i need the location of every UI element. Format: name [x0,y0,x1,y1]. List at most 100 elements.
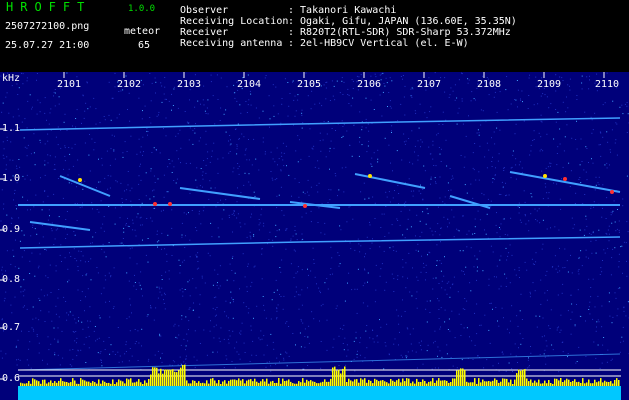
noise-dot [124,353,126,355]
amplitude-bar [372,383,374,386]
amplitude-bar [70,382,72,386]
amplitude-bar [86,381,88,386]
noise-dot [385,281,387,283]
noise-dot [3,208,4,210]
noise-dot [293,249,295,251]
noise-dot [308,194,310,196]
noise-dot [511,166,513,168]
noise-dot [49,155,51,157]
noise-dot [163,93,165,95]
noise-dot [186,121,188,123]
noise-dot [600,155,602,157]
noise-dot [446,282,448,284]
noise-dot [511,368,513,370]
noise-dot [229,144,231,146]
noise-dot [615,297,617,299]
noise-dot [76,186,77,188]
amplitude-bar [278,378,280,386]
noise-dot [8,112,10,114]
noise-dot [538,208,540,210]
noise-dot [230,143,232,145]
noise-dot [272,341,274,343]
noise-dot [612,212,613,214]
noise-dot [1,357,3,359]
noise-dot [341,137,343,138]
noise-dot [399,331,400,333]
noise-dot [402,259,404,261]
noise-dot [425,223,427,225]
noise-dot [44,97,46,99]
noise-dot [557,111,559,113]
noise-dot [559,198,561,200]
noise-dot [328,189,330,191]
noise-dot [100,200,102,202]
noise-dot [171,255,173,256]
noise-dot [231,213,233,215]
noise-dot [408,138,410,139]
amplitude-bar [96,383,98,386]
amplitude-bar [536,382,538,386]
noise-dot [470,247,472,249]
noise-dot [196,186,198,188]
datetime: 25.07.27 21:00 [5,40,90,51]
amplitude-bar [418,381,420,386]
noise-dot [54,168,56,170]
noise-dot [147,360,149,362]
noise-dot [147,238,149,239]
noise-dot [614,292,616,294]
noise-dot [295,286,297,288]
info-value: : R820T2(RTL-SDR) SDR-Sharp 53.372MHz [288,27,511,38]
amplitude-bar [258,382,260,386]
noise-dot [545,186,547,188]
noise-dot [400,354,402,356]
noise-dot [592,129,594,131]
noise-dot [254,265,256,267]
noise-dot [474,143,476,144]
noise-dot [211,156,213,158]
noise-dot [36,233,38,235]
noise-dot [460,323,462,325]
noise-dot [160,357,161,359]
amplitude-bar [452,378,454,386]
noise-dot [595,357,597,359]
noise-dot [14,193,15,195]
noise-dot [97,272,99,274]
noise-dot [563,150,565,152]
noise-dot [103,251,105,253]
noise-dot [461,100,463,102]
noise-dot [219,265,221,267]
noise-dot [615,139,617,141]
noise-dot [434,340,436,342]
noise-dot [519,333,521,335]
noise-dot [295,344,296,346]
noise-dot [412,267,413,269]
noise-dot [251,354,253,356]
noise-dot [319,320,320,322]
noise-dot [611,257,613,259]
noise-dot [406,228,408,230]
noise-dot [429,300,431,302]
noise-dot [156,115,158,117]
noise-dot [544,356,546,358]
noise-dot [371,157,373,159]
noise-dot [127,171,129,172]
noise-dot [519,161,521,163]
amplitude-bar [164,369,166,386]
noise-dot [18,267,20,269]
noise-dot [24,305,25,307]
noise-dot [575,362,577,364]
noise-dot [382,91,384,93]
noise-dot [537,103,539,105]
info-key: Receiving antenna [180,38,283,49]
noise-dot [515,164,517,166]
noise-dot [210,74,212,76]
noise-dot [417,243,419,245]
noise-dot [219,120,221,121]
noise-dot [189,99,190,101]
noise-dot [337,252,339,254]
noise-dot [590,116,592,118]
noise-dot [402,356,403,358]
noise-dot [124,141,126,143]
noise-dot [164,308,166,310]
noise-dot [295,150,297,152]
